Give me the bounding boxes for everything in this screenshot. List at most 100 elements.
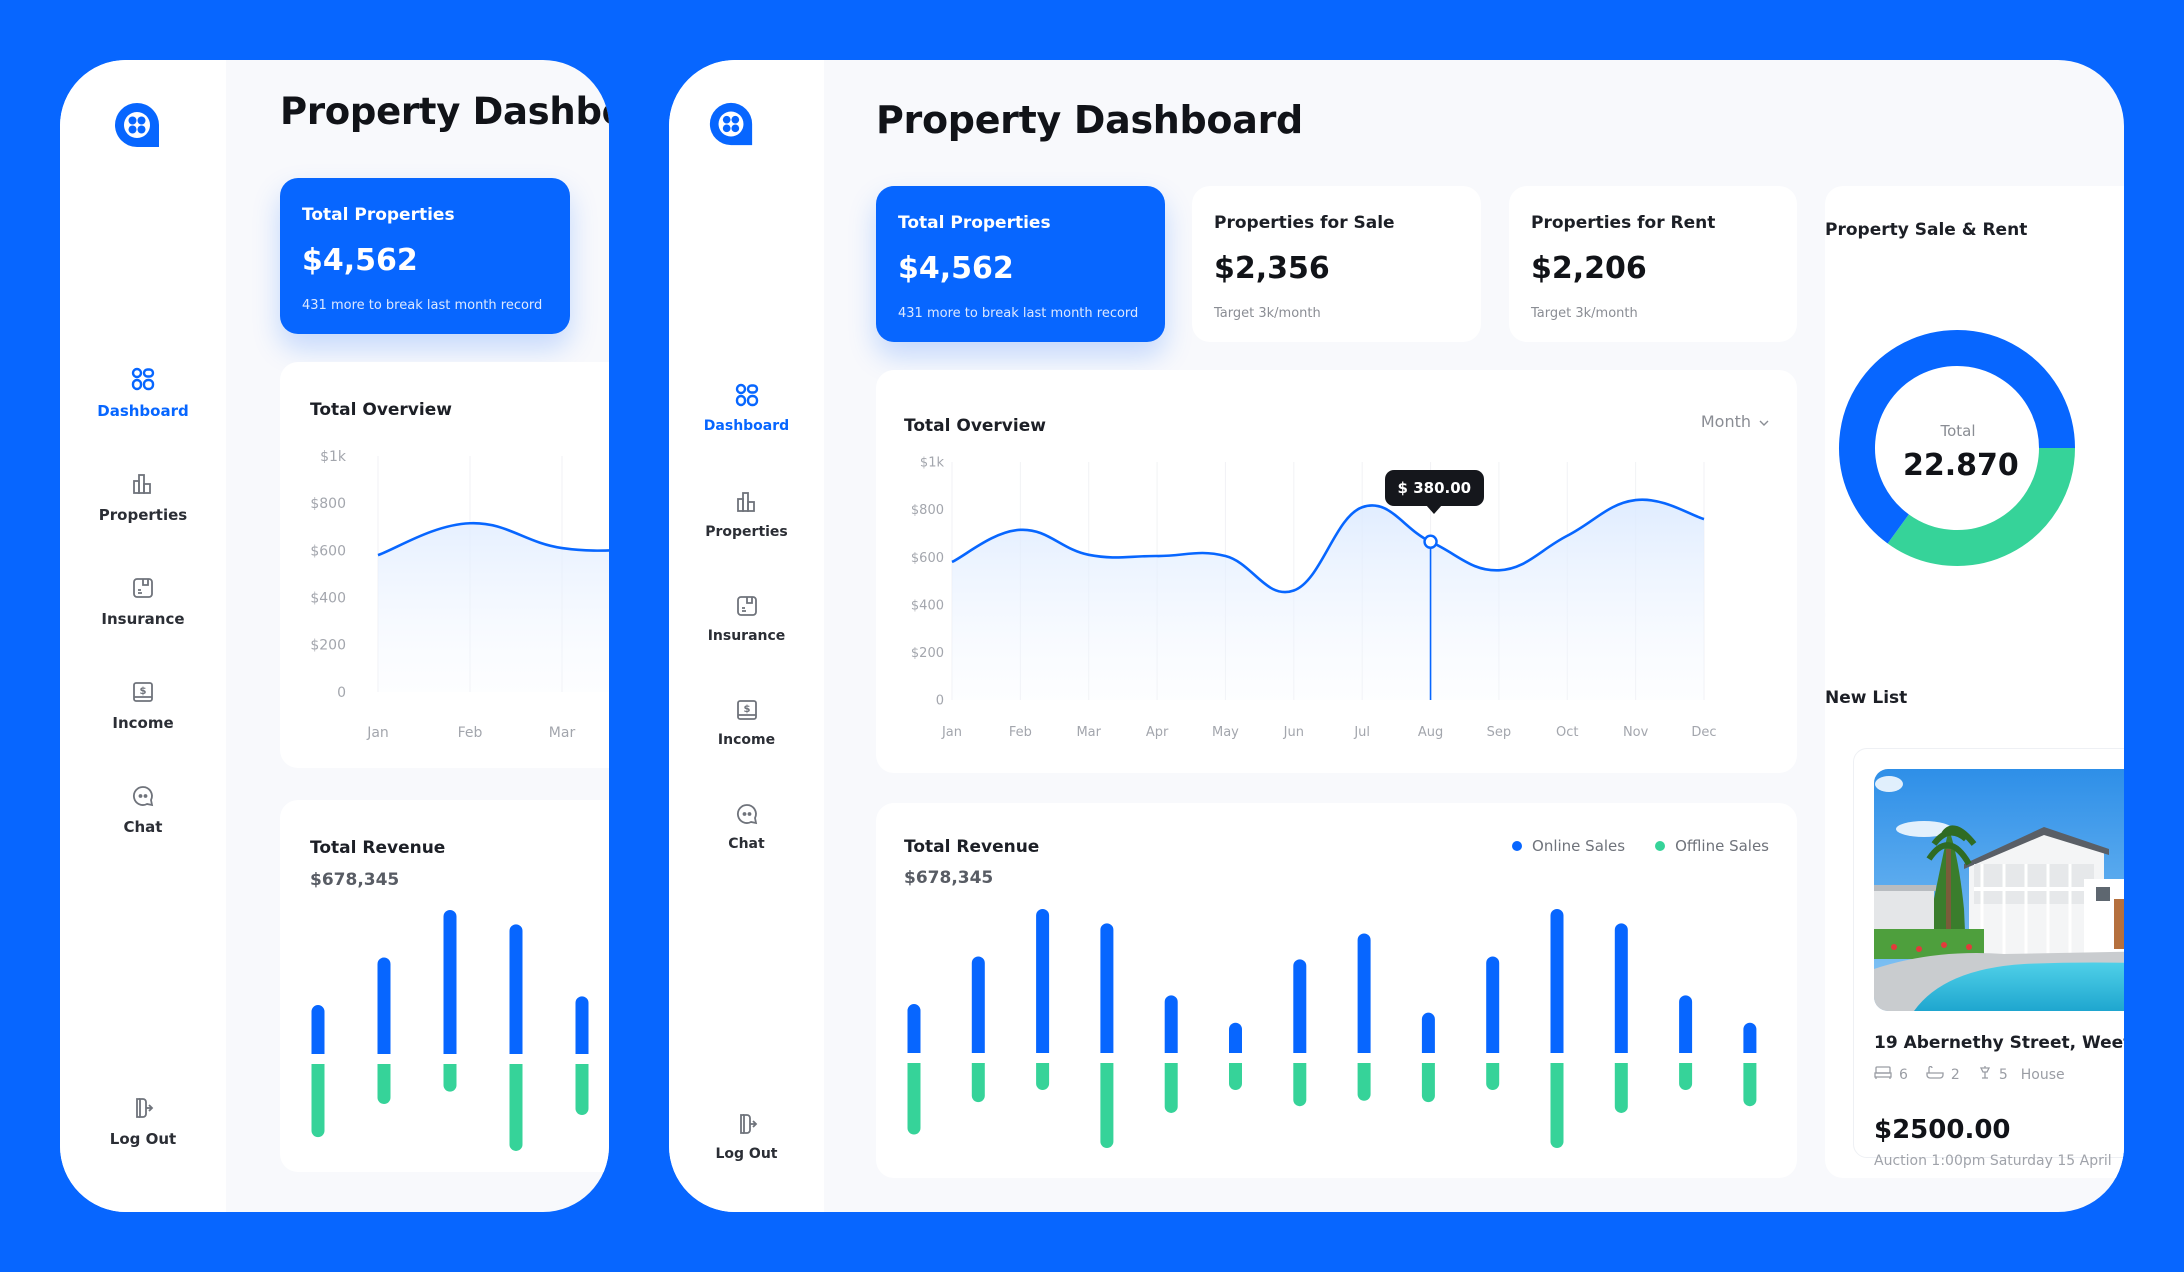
- bar-online-sales: [1550, 909, 1564, 1053]
- sidebar-item-insurance[interactable]: Insurance: [669, 594, 824, 644]
- sidebar-item-label: Insurance: [101, 610, 185, 628]
- bar-offline-sales: [377, 1064, 391, 1105]
- y-tick-label: $200: [310, 638, 346, 654]
- sidebar-item-chat[interactable]: Chat: [669, 802, 824, 852]
- sidebar-item-properties[interactable]: Properties: [669, 490, 824, 540]
- stat-value: $4,562: [302, 243, 418, 278]
- document-icon: [735, 594, 759, 618]
- bar-offline-sales: [1679, 1063, 1693, 1090]
- sidebar-item-dashboard[interactable]: Dashboard: [669, 382, 824, 434]
- y-tick-label: $800: [310, 496, 346, 512]
- stat-subtext: 431 more to break last month record: [898, 306, 1139, 321]
- bar-online-sales: [1357, 933, 1371, 1053]
- x-tick-label: May: [1212, 725, 1239, 740]
- listing-photo[interactable]: [1874, 769, 2124, 1011]
- garages-feature: 5 House: [1978, 1065, 2065, 1085]
- bar-online-sales: [907, 1004, 921, 1053]
- stat-card-total-properties[interactable]: Total Properties $4,562 431 more to brea…: [876, 186, 1165, 342]
- y-tick-label: 0: [337, 685, 346, 701]
- stat-label: Properties for Sale: [1214, 213, 1395, 233]
- stat-card-properties-for-sale[interactable]: Properties for Sale $2,356 Target 3k/mon…: [1192, 186, 1481, 342]
- logout-button[interactable]: Log Out: [60, 1096, 226, 1148]
- bar-offline-sales: [509, 1064, 523, 1151]
- listing-price: $2500.00: [1874, 1115, 2011, 1145]
- x-tick-label: Jun: [1283, 725, 1304, 740]
- bar-offline-sales: [1486, 1063, 1500, 1090]
- chat-bubble-icon: [735, 802, 759, 826]
- stat-card-properties-for-rent[interactable]: Properties for Rent $2,206 Target 3k/mon…: [1509, 186, 1797, 342]
- bar-online-sales: [575, 996, 589, 1054]
- bar-online-sales: [509, 924, 523, 1054]
- bar-online-sales: [377, 957, 391, 1054]
- revenue-chart: [907, 909, 1757, 1149]
- logo-icon[interactable]: [707, 100, 755, 152]
- donut-center-label: Total: [1940, 422, 1976, 440]
- bar-chart-icon: [735, 490, 759, 514]
- y-tick-label: $600: [310, 543, 346, 559]
- page-title: Property Dashboard: [876, 98, 1303, 142]
- bar-online-sales: [971, 956, 985, 1053]
- bar-online-sales: [1679, 995, 1693, 1053]
- stat-card-total-properties[interactable]: Total Properties $4,562 431 more to brea…: [280, 178, 570, 334]
- grid-icon: [130, 366, 156, 392]
- y-tick-label: $800: [911, 503, 944, 518]
- listing-card[interactable]: 19 Abernethy Street, Weetan 6 2 5 House …: [1853, 748, 2124, 1169]
- x-tick-label: Dec: [1691, 725, 1716, 740]
- stat-subtext: Target 3k/month: [1531, 306, 1638, 321]
- stat-value: $4,562: [898, 251, 1014, 286]
- bar-online-sales: [1743, 1022, 1757, 1053]
- sale-rent-card: Property Sale & Rent Total 22.870: [1825, 186, 2124, 630]
- sidebar-item-income[interactable]: $ Income: [669, 698, 824, 748]
- x-tick-label: Sep: [1487, 725, 1512, 740]
- listing-auction-time: Auction 1:00pm Saturday 15 April: [1874, 1153, 2112, 1169]
- x-tick-label: Mar: [1076, 725, 1101, 740]
- bar-offline-sales: [1743, 1063, 1757, 1107]
- sidebar-item-label: Income: [112, 714, 174, 732]
- total-overview-card: Total Overview 0 $200 $400 $600 $800 $1k Jan Fe…: [280, 362, 609, 768]
- sidebar-item-label: Log Out: [109, 1130, 177, 1148]
- beds-feature: 6: [1874, 1066, 1908, 1084]
- sidebar-item-dashboard[interactable]: Dashboard: [60, 366, 226, 420]
- sidebar-item-label: Dashboard: [703, 418, 790, 434]
- sidebar-item-label: Properties: [98, 506, 188, 524]
- sidebar-item-insurance[interactable]: Insurance: [60, 576, 226, 628]
- x-tick-label: Apr: [1146, 725, 1169, 740]
- highlight-point: [1423, 534, 1438, 549]
- sale-rent-donut-chart: [1839, 330, 2075, 566]
- x-tick-label: Jan: [366, 725, 389, 741]
- logout-button[interactable]: Log Out: [669, 1112, 824, 1162]
- bar-online-sales: [1614, 923, 1628, 1053]
- revenue-chart: [311, 910, 589, 1151]
- card-title: New List: [1825, 688, 1908, 708]
- bar-offline-sales: [971, 1063, 985, 1103]
- bar-offline-sales: [1614, 1063, 1628, 1113]
- bar-online-sales: [311, 1005, 325, 1054]
- bar-offline-sales: [311, 1064, 325, 1138]
- chat-bubble-icon: [131, 784, 155, 808]
- sidebar-item-chat[interactable]: Chat: [60, 784, 226, 836]
- logo-icon[interactable]: [112, 100, 162, 154]
- baths-feature: 2: [1926, 1065, 1960, 1084]
- stat-label: Total Properties: [302, 205, 455, 225]
- donut-center-value: 22.870: [1903, 448, 2019, 483]
- bar-offline-sales: [1036, 1063, 1050, 1090]
- stat-subtext: 431 more to break last month record: [302, 298, 543, 313]
- sidebar: Dashboard Properties Insurance $ Income …: [60, 60, 226, 1212]
- stat-value: $2,356: [1214, 251, 1330, 286]
- bar-online-sales: [1229, 1022, 1242, 1053]
- bar-online-sales: [1164, 995, 1178, 1053]
- overview-chart: 0 $200 $400 $600 $800 $1k Jan Feb Mar Apr May Jun Ju…: [911, 456, 1717, 740]
- bar-online-sales: [1100, 923, 1114, 1053]
- bar-offline-sales: [1100, 1063, 1114, 1149]
- dashboard-window: Dashboard Properties Insurance $ Income …: [669, 60, 2124, 1212]
- sidebar-item-properties[interactable]: Properties: [60, 472, 226, 524]
- bar-offline-sales: [1421, 1063, 1435, 1103]
- listing-address: 19 Abernethy Street, Weetan: [1874, 1033, 2124, 1053]
- sidebar-item-label: Insurance: [707, 628, 786, 644]
- y-tick-label: $600: [911, 551, 944, 566]
- dashboard-preview-zoomed: Dashboard Properties Insurance $ Income …: [60, 60, 609, 1212]
- sidebar-item-income[interactable]: $ Income: [60, 680, 226, 732]
- bar-offline-sales: [575, 1064, 589, 1116]
- baths-count: 2: [1950, 1067, 1960, 1083]
- x-tick-label: Aug: [1418, 725, 1443, 740]
